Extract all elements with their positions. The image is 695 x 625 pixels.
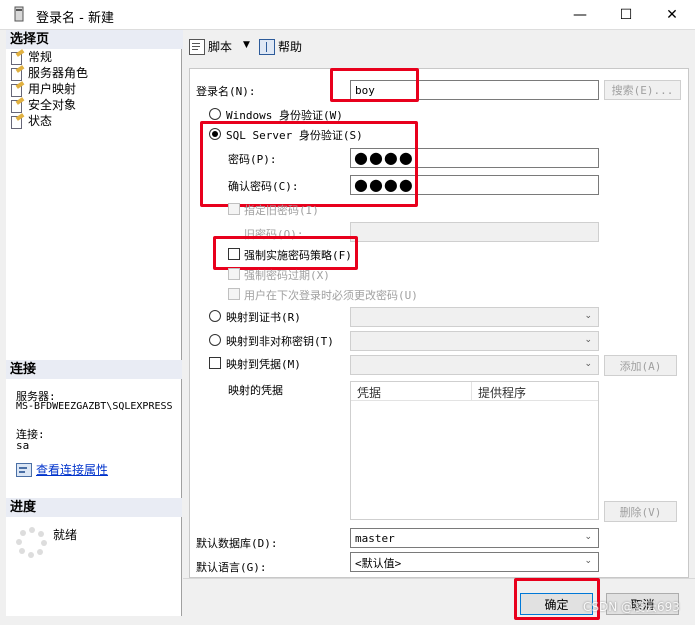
must-change-label: 用户在下次登录时必须更改密码(U) [244, 289, 418, 302]
default-language-label: 默认语言(G): [196, 561, 267, 574]
column-header: 凭据 [351, 382, 472, 400]
map-certificate-label: 映射到证书(R) [226, 311, 301, 324]
page-icon [10, 65, 25, 81]
asymmetric-key-select[interactable]: ⌄ [350, 331, 599, 351]
connection-value: sa [16, 439, 30, 452]
page-icon [10, 49, 25, 65]
minimize-button[interactable]: — [557, 0, 603, 30]
map-asymmetric-key-radio[interactable] [209, 334, 221, 346]
script-label: 脚本 [208, 40, 233, 54]
page-icon [10, 97, 25, 113]
windows-auth-radio[interactable] [209, 108, 221, 120]
sidebar-item-securables[interactable]: 安全对象 [6, 97, 181, 113]
remove-button[interactable]: 删除(V) [604, 501, 677, 522]
page-icon [10, 81, 25, 97]
old-password-input[interactable] [350, 222, 599, 242]
sidebar-item-general[interactable]: 常规 [6, 49, 181, 65]
default-language-select[interactable]: <默认值> ⌄ [350, 552, 599, 572]
sidebar-item-label: 服务器角色 [28, 66, 89, 80]
watermark: CSDN @凌云693 [583, 600, 680, 614]
script-button[interactable]: 脚本 [189, 38, 232, 55]
map-asymmetric-key-label: 映射到非对称密钥(T) [226, 335, 334, 348]
default-database-value: master [355, 532, 395, 545]
sidebar-item-user-mapping[interactable]: 用户映射 [6, 81, 181, 97]
highlight-sql-auth [200, 121, 418, 207]
chevron-down-icon: ⌄ [584, 311, 592, 321]
column-header: 提供程序 [478, 386, 527, 400]
left-pane: 选择页 常规 服务器角色 用户映射 安全对象 状态 连接 服务器: MS-BFD… [6, 30, 186, 616]
must-change-checkbox[interactable] [228, 288, 240, 300]
map-certificate-radio[interactable] [209, 310, 221, 322]
default-language-value: <默认值> [355, 557, 402, 570]
close-button[interactable]: ✕ [649, 0, 695, 30]
script-icon [189, 38, 205, 55]
help-button[interactable]: 帮助 [259, 38, 302, 55]
view-connection-properties-label: 查看连接属性 [36, 463, 109, 477]
progress-spinner-icon [16, 526, 48, 558]
connection-header: 连接 [6, 360, 182, 379]
enforce-expiration-checkbox[interactable] [228, 268, 240, 280]
progress-status: 就绪 [53, 528, 78, 542]
default-database-select[interactable]: master ⌄ [350, 528, 599, 548]
certificate-select[interactable]: ⌄ [350, 307, 599, 327]
app-icon [14, 6, 24, 22]
credential-select[interactable]: ⌄ [350, 355, 599, 375]
highlight-login-name [330, 68, 419, 102]
chevron-down-icon: ⌄ [584, 532, 592, 542]
server-value: MS-BFDWEEZGAZBT\SQLEXPRESS [16, 401, 173, 412]
chevron-down-icon: ⌄ [584, 335, 592, 345]
view-connection-properties-link[interactable]: 查看连接属性 [16, 461, 108, 478]
help-icon [259, 38, 275, 55]
enforce-expiration-label: 强制密码过期(X) [244, 269, 330, 282]
page-icon [10, 113, 25, 129]
specify-old-password-label: 指定旧密码(I) [244, 204, 319, 217]
specify-old-password-checkbox[interactable] [228, 203, 240, 215]
select-page-header: 选择页 [6, 30, 186, 49]
properties-icon [16, 462, 32, 477]
default-database-label: 默认数据库(D): [196, 537, 278, 550]
sidebar-item-label: 状态 [28, 114, 53, 128]
map-credential-label: 映射到凭据(M) [226, 358, 301, 371]
mapped-credentials-label: 映射的凭据 [228, 384, 283, 397]
search-button[interactable]: 搜索(E)... [604, 80, 681, 100]
mapped-credentials-grid[interactable]: 凭据 提供程序 [350, 381, 599, 520]
chevron-down-icon: ⌄ [584, 556, 592, 566]
script-dropdown-chevron-icon[interactable]: ▼ [243, 40, 250, 50]
login-name-label: 登录名(N): [196, 85, 256, 98]
help-label: 帮助 [278, 40, 303, 54]
sidebar-item-label: 常规 [28, 50, 53, 64]
sidebar-item-server-roles[interactable]: 服务器角色 [6, 65, 181, 81]
footer-divider [183, 578, 695, 579]
maximize-button[interactable]: ☐ [603, 0, 649, 30]
sidebar-item-status[interactable]: 状态 [6, 113, 181, 129]
progress-header: 进度 [6, 498, 182, 517]
chevron-down-icon: ⌄ [584, 359, 592, 369]
window-title: 登录名 - 新建 [36, 11, 114, 26]
add-button[interactable]: 添加(A) [604, 355, 677, 376]
sidebar-item-label: 安全对象 [28, 98, 77, 112]
highlight-enforce-policy [213, 236, 358, 270]
map-credential-checkbox[interactable] [209, 357, 221, 369]
grid-header: 凭据 提供程序 [351, 382, 598, 401]
sidebar-item-label: 用户映射 [28, 82, 77, 96]
title-bar: 登录名 - 新建 — ☐ ✕ [0, 0, 695, 30]
